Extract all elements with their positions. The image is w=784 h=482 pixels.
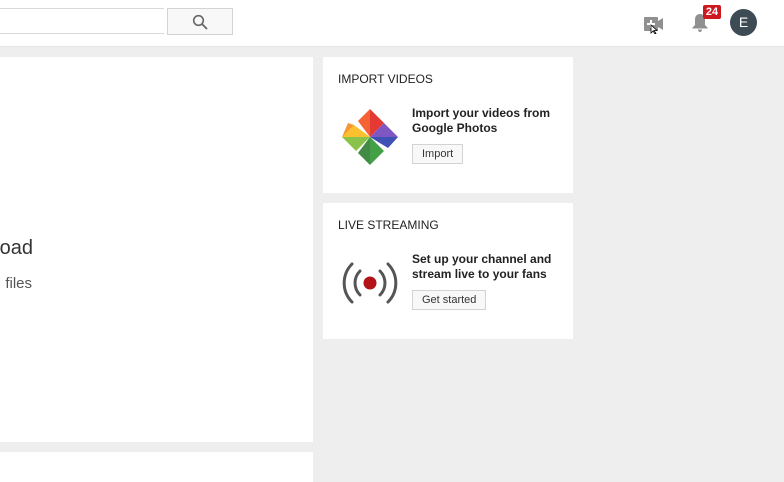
secondary-panel [0,452,313,482]
import-button[interactable]: Import [412,144,464,164]
upload-panel: oad files [0,57,313,442]
import-videos-title: IMPORT VIDEOS [338,72,433,86]
notification-count-badge: 24 [703,5,721,19]
masthead: 24 E [0,0,784,47]
import-videos-card: IMPORT VIDEOS Import your videos from Go… [323,57,573,193]
upload-title: oad [0,237,33,259]
avatar[interactable]: E [730,9,757,36]
upload-subtitle: files [5,275,32,292]
live-streaming-title: LIVE STREAMING [338,218,439,232]
search-button[interactable] [167,8,233,35]
live-broadcast-icon [338,258,402,313]
search-input[interactable] [0,8,164,34]
search-icon [192,14,208,29]
live-streaming-description: Set up your channel and stream live to y… [412,252,552,281]
upload-video-button[interactable] [640,12,666,36]
google-photos-icon [338,104,402,175]
live-streaming-card: LIVE STREAMING Set up your channel and s… [323,203,573,339]
get-started-button[interactable]: Get started [412,290,487,310]
video-upload-icon [644,17,663,34]
import-videos-description: Import your videos from Google Photos [412,106,551,135]
